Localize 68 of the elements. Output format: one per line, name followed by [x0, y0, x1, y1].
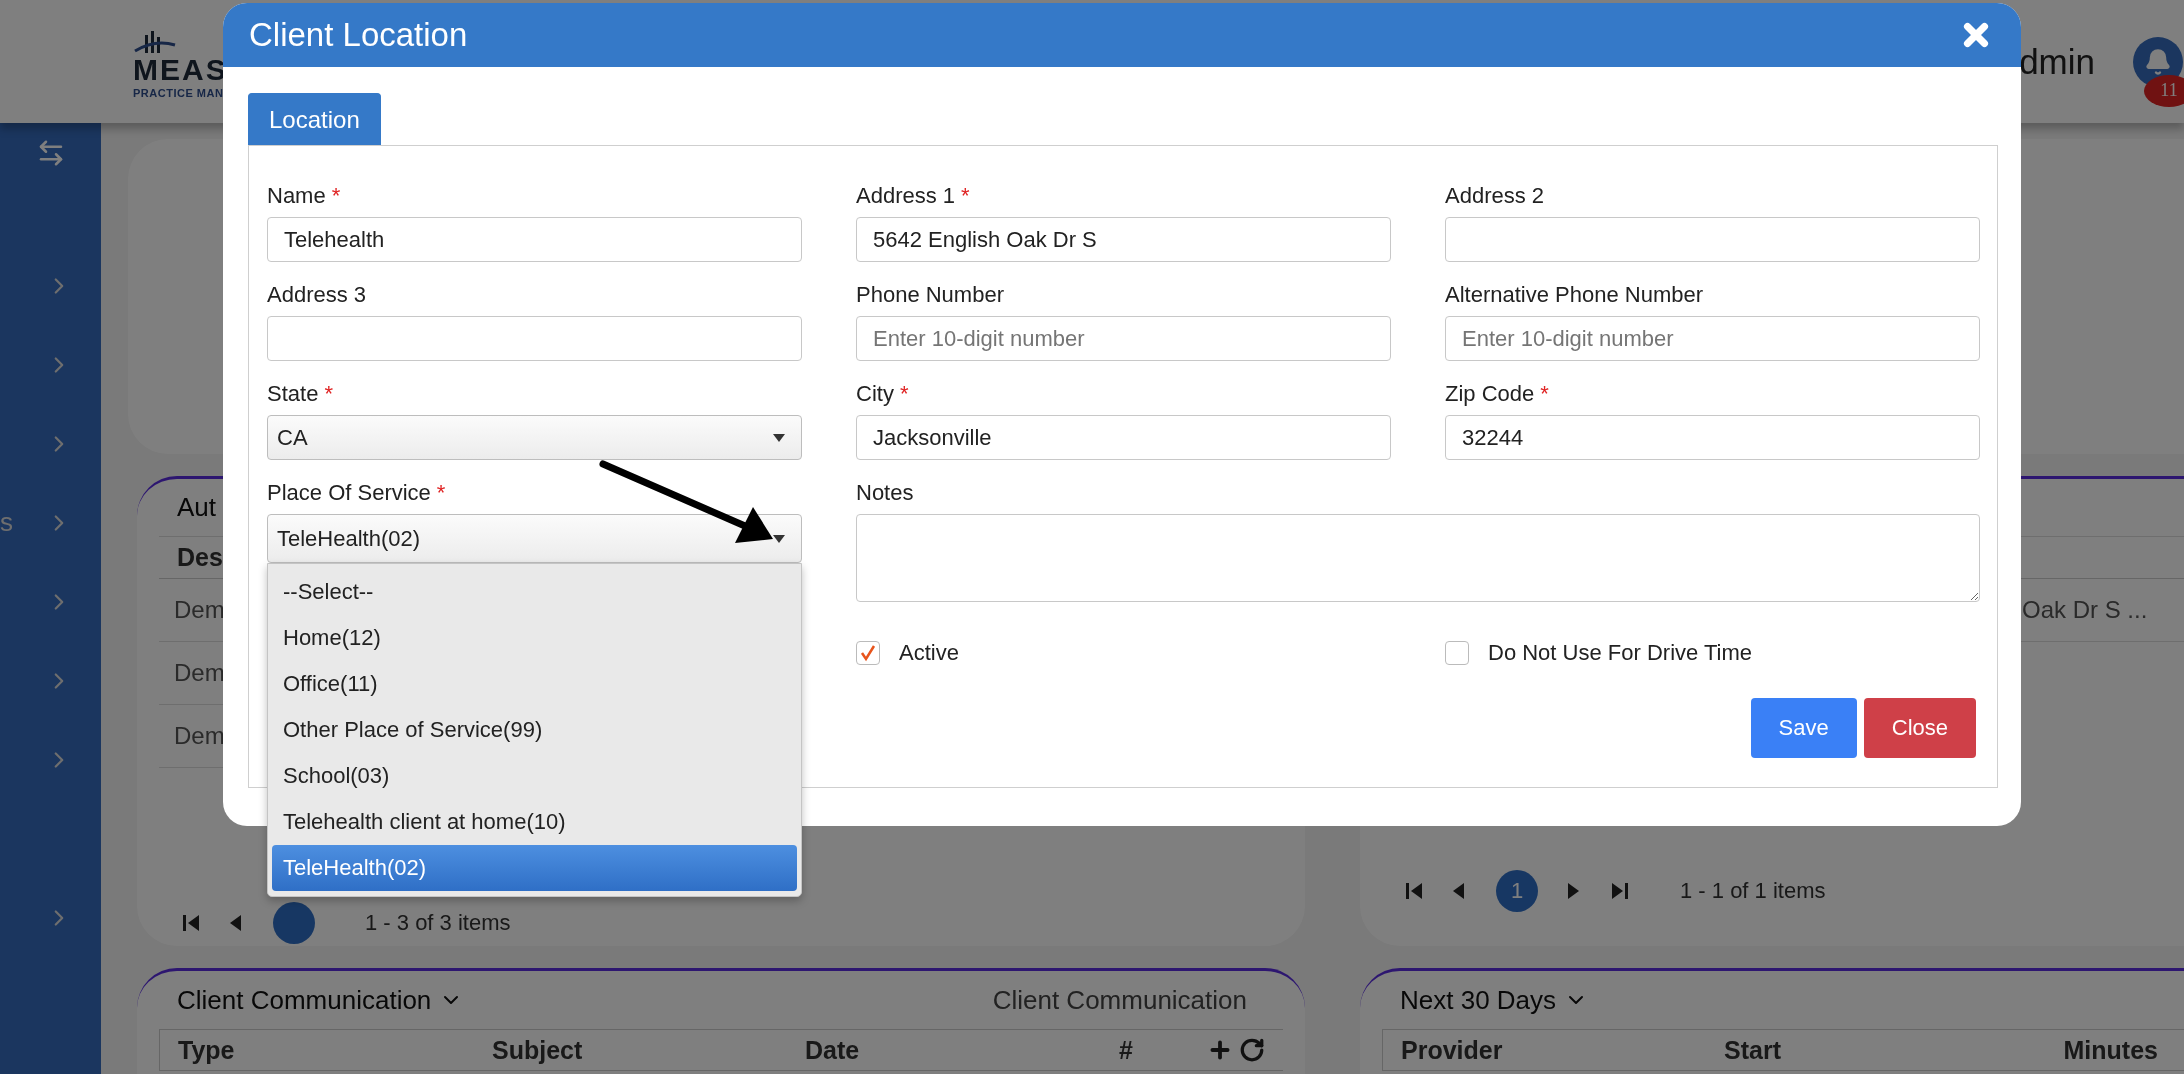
- checkbox[interactable]: [856, 641, 880, 665]
- text-field[interactable]: [1445, 217, 1980, 262]
- page-button[interactable]: [273, 902, 315, 944]
- field-label: Address 1 *: [856, 183, 971, 209]
- user-name: dmin: [2019, 41, 2095, 82]
- table-cell: Oak Dr S ...: [2022, 596, 2148, 624]
- select-field[interactable]: TeleHealth(02): [267, 514, 802, 563]
- pager-summary: 1 - 1 of 1 items: [1680, 878, 1826, 904]
- table-cell: Dem: [174, 722, 225, 750]
- dropdown-option[interactable]: TeleHealth(02): [272, 845, 797, 891]
- checkbox-label: Do Not Use For Drive Time: [1488, 640, 1753, 666]
- panel-title[interactable]: Next 30 Days: [1400, 984, 1589, 1016]
- caret-icon: [773, 534, 785, 543]
- notes-field[interactable]: [856, 514, 1980, 602]
- dropdown-option[interactable]: Home(12): [272, 615, 797, 661]
- dropdown-option[interactable]: Other Place of Service(99): [272, 707, 797, 753]
- dropdown-option[interactable]: Office(11): [272, 661, 797, 707]
- field-label: Address 2: [1445, 183, 1546, 209]
- text-field[interactable]: 5642 English Oak Dr S: [856, 217, 1391, 262]
- panel-title: Aut: [177, 492, 217, 523]
- close-button[interactable]: Close: [1863, 698, 1976, 758]
- text-field[interactable]: Telehealth: [267, 217, 802, 262]
- text-field[interactable]: Jacksonville: [856, 415, 1391, 460]
- field-label: Place Of Service *: [267, 480, 447, 506]
- column-header: Date: [805, 1035, 860, 1065]
- field-label: Alternative Phone Number: [1445, 282, 1705, 308]
- sidebar-label: s: [0, 507, 13, 538]
- bell-icon: [2144, 47, 2172, 76]
- column-header: Minutes: [2063, 1035, 2158, 1065]
- text-field[interactable]: Enter 10-digit number: [1445, 316, 1980, 361]
- field-label: Notes: [856, 480, 915, 506]
- field-label: City *: [856, 381, 910, 407]
- column-header: Des: [177, 543, 223, 572]
- column-header: Type: [178, 1035, 235, 1065]
- field-label: State *: [267, 381, 334, 407]
- logo-icon: [133, 30, 177, 55]
- panel-title[interactable]: Client Communication: [177, 984, 464, 1016]
- text-field[interactable]: 32244: [1445, 415, 1980, 460]
- pager-summary: 1 - 3 of 3 items: [365, 910, 511, 936]
- field-label: Phone Number: [856, 282, 1005, 308]
- checkbox[interactable]: [1445, 641, 1469, 665]
- caret-icon: [773, 433, 785, 442]
- text-field[interactable]: Enter 10-digit number: [856, 316, 1391, 361]
- select-field[interactable]: CA: [267, 415, 802, 460]
- field-label: Address 3: [267, 282, 368, 308]
- column-header: Provider: [1401, 1035, 1503, 1065]
- brand-tagline: PRACTICE MAN: [133, 85, 224, 101]
- field-label: Name *: [267, 183, 342, 209]
- column-header: Start: [1724, 1035, 1781, 1065]
- panel-caption: Client Communication: [992, 984, 1247, 1016]
- text-field[interactable]: [267, 316, 802, 361]
- column-header: #: [1119, 1035, 1133, 1065]
- tab[interactable]: Location: [248, 93, 381, 145]
- dropdown-option[interactable]: School(03): [272, 753, 797, 799]
- save-button[interactable]: Save: [1750, 698, 1857, 758]
- first-page-icon[interactable]: [1404, 881, 1424, 901]
- table-cell: Dem: [174, 596, 225, 624]
- brand-name: MEAS: [133, 54, 228, 85]
- dropdown-option[interactable]: Telehealth client at home(10): [272, 799, 797, 845]
- last-page-icon[interactable]: [1610, 881, 1630, 901]
- table-cell: Dem: [174, 659, 225, 687]
- dialog-title: Client Location: [249, 16, 468, 54]
- checkbox-label: Active: [899, 640, 959, 666]
- refresh-icon[interactable]: [1239, 1037, 1265, 1063]
- dropdown-option[interactable]: --Select--: [272, 569, 797, 615]
- column-header: Subject: [492, 1035, 583, 1065]
- field-label: Zip Code *: [1445, 381, 1550, 407]
- first-page-icon[interactable]: [181, 913, 201, 933]
